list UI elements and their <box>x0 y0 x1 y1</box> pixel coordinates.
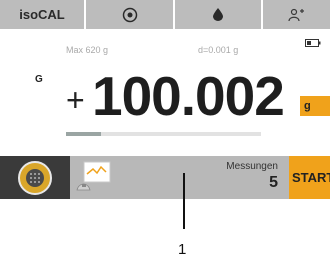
menu-button[interactable] <box>18 161 52 195</box>
readability: d=0.001 g <box>198 45 239 55</box>
weight-value: 100.002 <box>92 65 285 127</box>
status-bar: isoCAL <box>0 0 330 29</box>
person-icon <box>287 8 304 21</box>
measurements-count: 5 <box>269 174 278 191</box>
level-icon <box>122 7 137 22</box>
battery-icon <box>305 39 321 47</box>
capacity-bar-fill <box>66 132 102 136</box>
weight-sign: + <box>66 82 85 118</box>
measurements-label: Messungen <box>226 161 278 172</box>
gross-indicator: G <box>35 74 43 85</box>
callout-line <box>183 173 185 229</box>
humidity-indicator[interactable] <box>175 0 263 29</box>
weighing-app-icon[interactable] <box>76 160 112 192</box>
unit-button[interactable]: g <box>300 96 330 116</box>
app-title[interactable]: isoCAL <box>0 0 86 29</box>
drop-icon <box>213 8 223 21</box>
action-bar: Messungen 5 START <box>0 156 330 199</box>
grid-icon <box>26 169 44 187</box>
user-indicator[interactable] <box>263 0 330 29</box>
level-indicator[interactable] <box>86 0 175 29</box>
max-capacity: Max 620 g <box>66 45 109 55</box>
menu-area <box>0 156 70 199</box>
callout-number: 1 <box>178 241 187 258</box>
balance-screen: isoCAL Max 620 g d=0.001 g G + 100.002 g… <box>0 0 330 200</box>
capacity-bar <box>66 132 261 136</box>
start-button[interactable]: START <box>289 156 330 199</box>
